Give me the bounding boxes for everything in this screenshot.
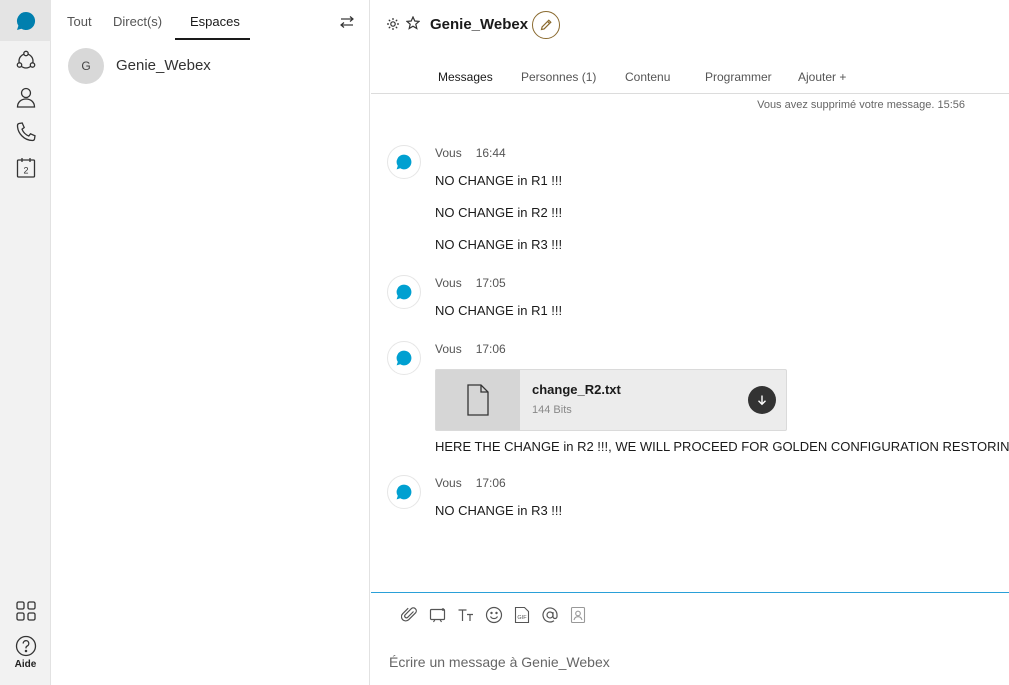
calendar-icon: 2 bbox=[16, 158, 35, 178]
gif-icon: GIF bbox=[514, 606, 530, 624]
avatar bbox=[387, 341, 421, 375]
chat-bubble-icon bbox=[396, 484, 412, 500]
message-time: 17:06 bbox=[475, 476, 506, 490]
gear-icon bbox=[387, 18, 399, 30]
message-time: 17:05 bbox=[475, 276, 506, 290]
text-format-icon bbox=[458, 609, 473, 621]
contact-card-icon bbox=[570, 606, 586, 624]
message-author: Vous bbox=[435, 476, 462, 490]
message-time: 16:44 bbox=[475, 146, 506, 160]
message-text: NO CHANGE in R3 !!! bbox=[435, 503, 563, 518]
avatar bbox=[387, 475, 421, 509]
download-button[interactable] bbox=[748, 386, 776, 414]
chat-bubble-icon bbox=[396, 154, 412, 170]
settings-button[interactable] bbox=[386, 17, 400, 36]
spaces-tabs: Tout Direct(s) Espaces bbox=[52, 0, 370, 41]
nav-apps[interactable] bbox=[0, 596, 51, 626]
chat-bubble-icon bbox=[16, 11, 35, 30]
filter-icon bbox=[340, 16, 354, 28]
file-thumbnail bbox=[436, 370, 520, 430]
tab-spaces[interactable]: Espaces bbox=[190, 14, 240, 40]
navigation-rail: 2 Aide bbox=[0, 0, 51, 685]
file-size: 144 Bits bbox=[532, 404, 572, 416]
conversation-tabs: Messages Personnes (1) Contenu Programme… bbox=[371, 60, 1009, 94]
message-author: Vous bbox=[435, 276, 462, 290]
person-icon bbox=[16, 87, 35, 108]
message-time: 17:06 bbox=[475, 342, 506, 356]
space-list-item[interactable]: G Genie_Webex bbox=[52, 44, 370, 88]
attach-file-button[interactable] bbox=[400, 605, 420, 625]
star-icon bbox=[405, 15, 421, 30]
tab-all[interactable]: Tout bbox=[67, 14, 92, 40]
gif-button[interactable]: GIF bbox=[512, 605, 532, 625]
pencil-icon bbox=[540, 19, 552, 31]
active-tab-indicator bbox=[175, 38, 250, 40]
message-meta: Vous 17:06 bbox=[435, 342, 506, 356]
nav-calls[interactable] bbox=[0, 117, 51, 147]
help-label[interactable]: Aide bbox=[0, 659, 51, 670]
paperclip-icon bbox=[401, 607, 417, 622]
page-title: Genie_Webex bbox=[430, 16, 529, 33]
file-attachment[interactable]: change_R2.txt 144 Bits bbox=[435, 369, 787, 431]
avatar bbox=[387, 275, 421, 309]
message-author: Vous bbox=[435, 342, 462, 356]
message-meta: Vous 16:44 bbox=[435, 146, 506, 160]
teams-icon bbox=[16, 50, 35, 69]
conversation-pane: Genie_Webex Messages Personnes (1) Conte… bbox=[371, 0, 1009, 685]
system-message: Vous avez supprimé votre message. 15:56 bbox=[757, 99, 965, 111]
message-text: NO CHANGE in R2 !!! bbox=[435, 205, 563, 220]
apps-grid-icon bbox=[15, 601, 36, 621]
message-meta: Vous 17:05 bbox=[435, 276, 506, 290]
download-arrow-icon bbox=[758, 395, 766, 406]
chat-bubble-icon bbox=[396, 350, 412, 366]
phone-icon bbox=[16, 122, 36, 142]
avatar bbox=[387, 145, 421, 179]
tab-add[interactable]: Ajouter + bbox=[798, 70, 846, 84]
whiteboard-icon bbox=[429, 608, 446, 623]
emoji-icon bbox=[485, 606, 503, 624]
nav-messaging[interactable] bbox=[0, 0, 51, 41]
nav-help[interactable] bbox=[0, 633, 51, 659]
nav-meetings[interactable]: 2 bbox=[0, 153, 51, 183]
avatar: G bbox=[68, 48, 104, 84]
share-contact-button[interactable] bbox=[568, 605, 588, 625]
message-text: NO CHANGE in R1 !!! bbox=[435, 173, 563, 188]
nav-teams[interactable] bbox=[0, 46, 51, 76]
svg-text:GIF: GIF bbox=[517, 615, 527, 621]
favorite-button[interactable] bbox=[405, 15, 421, 35]
message-author: Vous bbox=[435, 146, 462, 160]
whiteboard-button[interactable] bbox=[428, 605, 448, 625]
spaces-panel: Tout Direct(s) Espaces G Genie_Webex bbox=[52, 0, 370, 685]
edit-space-button[interactable] bbox=[532, 11, 560, 39]
chat-bubble-icon bbox=[396, 284, 412, 300]
emoji-button[interactable] bbox=[484, 605, 504, 625]
message-text: NO CHANGE in R1 !!! bbox=[435, 303, 563, 318]
text-format-button[interactable] bbox=[456, 605, 476, 625]
tab-content[interactable]: Contenu bbox=[625, 70, 670, 84]
mention-icon bbox=[542, 607, 558, 623]
message-text: HERE THE CHANGE in R2 !!!, WE WILL PROCE… bbox=[435, 439, 1009, 454]
message-text: NO CHANGE in R3 !!! bbox=[435, 237, 563, 252]
message-meta: Vous 17:06 bbox=[435, 476, 506, 490]
tab-schedule[interactable]: Programmer bbox=[705, 70, 772, 84]
document-icon bbox=[467, 384, 489, 416]
nav-contacts[interactable] bbox=[0, 82, 51, 112]
mention-button[interactable] bbox=[540, 605, 560, 625]
tab-messages[interactable]: Messages bbox=[438, 70, 493, 84]
tab-people[interactable]: Personnes (1) bbox=[521, 70, 596, 84]
file-name: change_R2.txt bbox=[532, 382, 621, 397]
tab-direct[interactable]: Direct(s) bbox=[113, 14, 162, 40]
help-icon bbox=[15, 635, 36, 657]
filter-button[interactable] bbox=[339, 14, 355, 30]
message-composer: GIF bbox=[371, 592, 1009, 685]
calendar-day: 2 bbox=[23, 166, 28, 176]
message-input[interactable] bbox=[389, 651, 989, 673]
space-name: Genie_Webex bbox=[116, 57, 211, 74]
